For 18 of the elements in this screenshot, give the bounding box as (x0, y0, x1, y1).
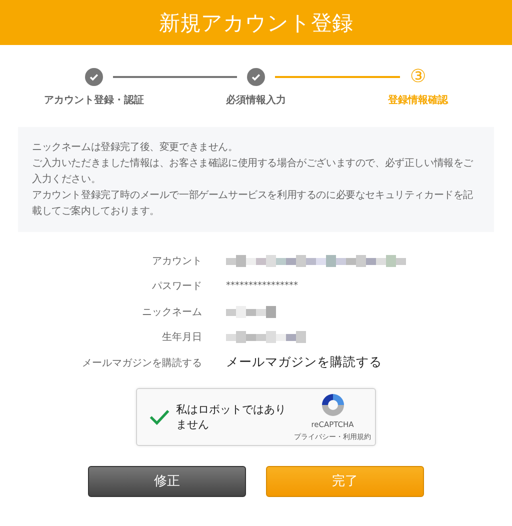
field-value: **************** (226, 281, 298, 292)
step-label: 必須情報入力 (226, 94, 286, 107)
field-label: アカウント (151, 254, 202, 268)
field-value: メールマガジンを購読する (226, 354, 382, 372)
notice-text: ご入力いただきました情報は、お客さま確認に使用する場合がございますので、必ず正しい情報をご入力ください。 (32, 156, 474, 187)
field-label: パスワード (151, 280, 202, 294)
step-label: 登録情報確認 (388, 94, 448, 107)
recaptcha-logo-icon (320, 392, 346, 418)
step-label: アカウント登録・認証 (44, 94, 144, 107)
page-title: 新規アカウント登録 (159, 10, 353, 36)
notice-text: アカウント登録完了時のメールで一部ゲームサービスを利用するのに必要なセキュリティカードを記載してご案内しております。 (32, 188, 474, 219)
field-label: ニックネーム (141, 306, 202, 319)
field-label: メールマガジンを購読する (81, 356, 202, 370)
notice-text: ニックネームは登録完了後、変更できません。 (32, 140, 239, 155)
field-label: 生年月日 (161, 330, 202, 344)
step-number: ③ (410, 67, 426, 87)
edit-button[interactable]: 修正 (88, 466, 246, 496)
captcha-label: 私はロボットではありません (176, 402, 287, 432)
